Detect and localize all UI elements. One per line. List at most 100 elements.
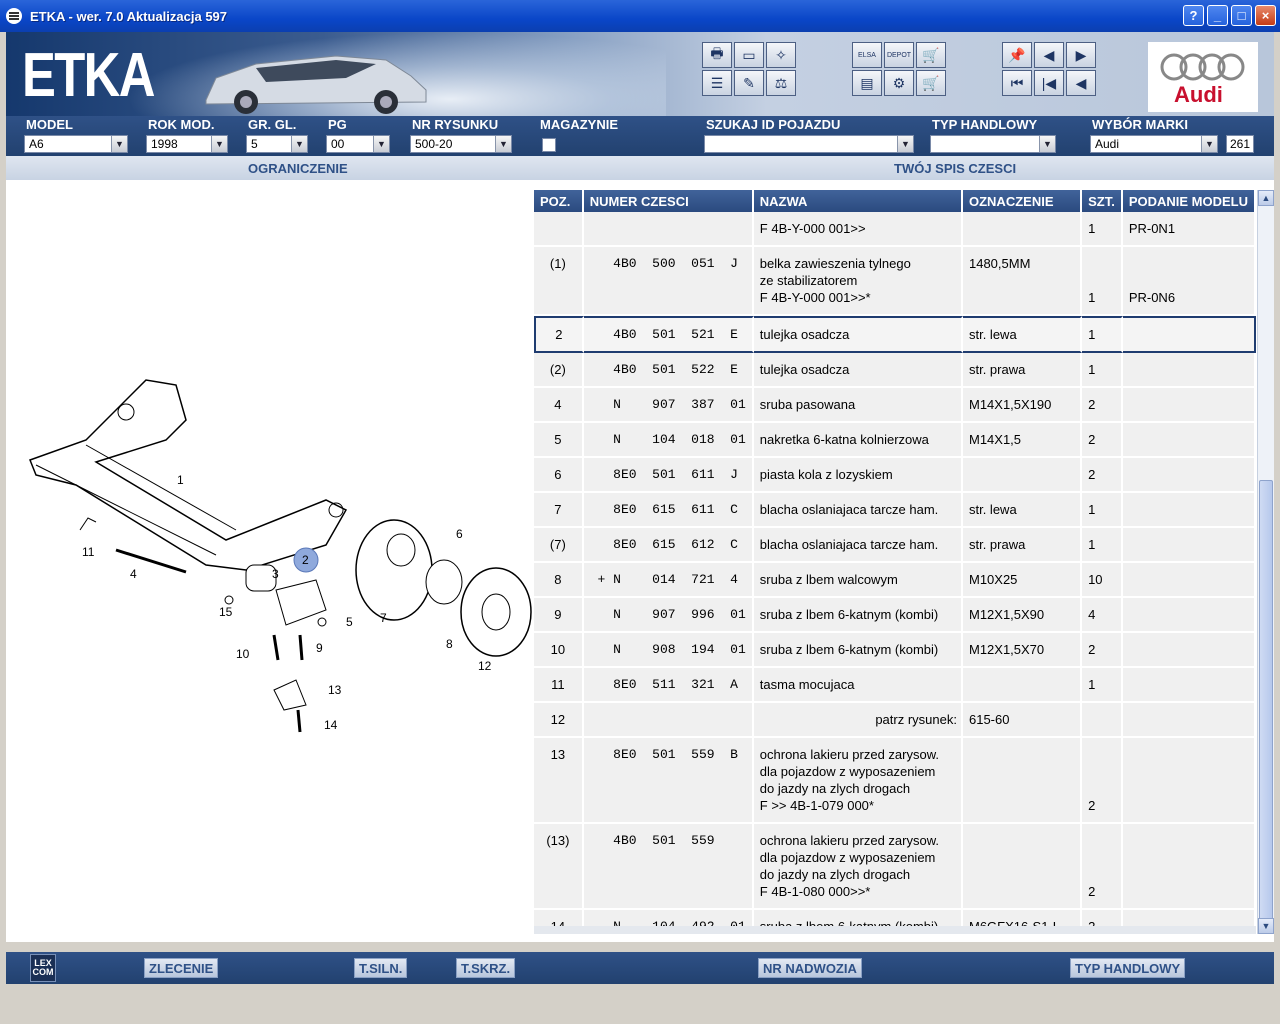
cell-podanie-modelu [1122,316,1256,353]
car-image [205,55,427,114]
chevron-down-icon[interactable]: ▼ [291,136,307,152]
table-row[interactable]: 5 N 104 018 01 nakretka 6-katna kolnierzo… [534,423,1256,458]
page-forward-icon[interactable]: ▶ [1066,42,1096,68]
chevron-down-icon[interactable]: ▼ [1201,136,1217,152]
cell-numer: 8E0 615 612 C [583,528,754,563]
cell-poz: 7 [534,493,584,528]
back-icon[interactable]: ◀ [1066,70,1096,96]
spis-czesci-label[interactable]: TWÓJ SPIS CZESCI [894,161,1016,176]
t-siln-button[interactable]: T.SILN. [354,958,408,978]
wybor-marki-select[interactable]: Audi ▼ [1090,135,1218,153]
table-row[interactable]: 2 4B0 501 521 Etulejka osadcza str. lewa 1 [534,316,1256,353]
cell-szt: 1 [1082,353,1123,388]
chevron-down-icon[interactable]: ▼ [495,136,511,152]
cell-nazwa: F 4B-Y-000 001>> [753,212,963,247]
dogs-icon[interactable]: ✧ [766,42,796,68]
toolbar-elsa-group: ELSA DEPOT 🛒 ▤ ⚙ 🛒 [852,42,946,96]
zlecenie-button[interactable]: ZLECENIE [144,958,219,978]
help-button[interactable]: ? [1183,5,1204,26]
typ-handlowy-button[interactable]: TYP HANDLOWY [1070,958,1186,978]
close-button[interactable]: × [1255,5,1276,26]
callout-2: 2 [302,553,309,567]
callout-10: 10 [236,647,250,661]
cell-szt: 1 [1082,316,1123,353]
cell-poz: (13) [534,824,584,910]
cell-oznaczenie: str. prawa [962,528,1083,563]
table-row[interactable]: 4 N 907 387 01 sruba pasowana M14X1,5X190 2 [534,388,1256,423]
cell-numer: 8E0 511 321 A [583,668,754,703]
cell-oznaczenie: str. lewa [962,493,1083,528]
scroll-thumb[interactable] [1259,480,1273,926]
table-row[interactable]: (2) 4B0 501 522 Etulejka osadcza str. pra… [534,353,1256,388]
cart-icon[interactable]: 🛒 [916,42,946,68]
table-row[interactable]: 11 8E0 511 321 Atasma mocujaca 1 [534,668,1256,703]
cell-podanie-modelu [1122,423,1256,458]
parts-diagram[interactable]: 1 2 3 4 5 6 7 8 9 10 11 12 13 14 15 [16,350,536,750]
table-row[interactable]: (1) 4B0 500 051 Jbelka zawieszenia tylne… [534,247,1256,316]
cell-podanie-modelu [1122,563,1256,598]
cell-oznaczenie: str. lewa [962,316,1083,353]
table-row[interactable]: F 4B-Y-000 001>> 1 PR-0N1 [534,212,1256,247]
page-back-icon[interactable]: ◀ [1034,42,1064,68]
list-icon[interactable]: ☰ [702,70,732,96]
first-icon[interactable]: |◀ [1034,70,1064,96]
cell-numer [583,703,754,738]
col-podanie-modelu[interactable]: PODANIE MODELU [1122,190,1256,212]
chevron-down-icon[interactable]: ▼ [897,136,913,152]
table-row[interactable]: 8 + N 014 721 4 sruba z lbem walcowym M10X… [534,563,1256,598]
t-skrz-button[interactable]: T.SKRZ. [456,958,516,978]
chevron-down-icon[interactable]: ▼ [111,136,127,152]
magazynie-label: MAGAZYNIE [540,117,618,132]
callout-11: 11 [82,545,95,559]
col-poz[interactable]: POZ. [534,190,584,212]
table-row[interactable]: (13) 4B0 501 559 ochrona lakieru przed za… [534,824,1256,910]
nr-nadwozia-button[interactable]: NR NADWOZIA [758,958,862,978]
scroll-up-icon[interactable]: ▲ [1258,190,1274,206]
chevron-down-icon[interactable]: ▼ [211,136,227,152]
cell-podanie-modelu: PR-0N6 [1122,247,1256,316]
col-numer[interactable]: NUMER CZESCI [583,190,754,212]
window-icon[interactable]: ▭ [734,42,764,68]
nr-rysunku-select[interactable]: 500-20 ▼ [410,135,512,153]
szukaj-input[interactable]: ▼ [704,135,914,153]
elsa-icon[interactable]: ELSA [852,42,882,68]
table-row[interactable]: 13 8E0 501 559 Bochrona lakieru przed za… [534,738,1256,824]
pin-icon[interactable]: 📌 [1002,42,1032,68]
gr-gl-label: GR. GL. [248,117,297,132]
cell-podanie-modelu [1122,668,1256,703]
tools-icon[interactable]: ▤ [852,70,882,96]
minimize-button[interactable]: _ [1207,5,1228,26]
cell-numer: 4B0 501 521 E [583,316,754,353]
typ-handlowy-select[interactable]: ▼ [930,135,1056,153]
scroll-down-icon[interactable]: ▼ [1258,918,1274,934]
maximize-button[interactable]: □ [1231,5,1252,26]
magazynie-checkbox[interactable] [542,138,556,152]
table-row[interactable]: 6 8E0 501 611 Jpiasta kola z lozyskiem 2 [534,458,1256,493]
model-select[interactable]: A6 ▼ [24,135,128,153]
printer-icon[interactable]: 🖶 [702,42,732,68]
table-row[interactable]: 12 patrz rysunek: 615-60 [534,703,1256,738]
col-nazwa[interactable]: NAZWA [753,190,963,212]
skip-back-icon[interactable]: ⏮ [1002,70,1032,96]
col-oznaczenie[interactable]: OZNACZENIE [962,190,1083,212]
car-service-icon[interactable]: ⚙ [884,70,914,96]
table-scrollbar[interactable]: ▲ ▼ [1257,190,1274,934]
chevron-down-icon[interactable]: ▼ [1039,136,1055,152]
table-row[interactable]: 7 8E0 615 611 Cblacha oslaniajaca tarcze… [534,493,1256,528]
app-menu-icon[interactable] [6,8,22,24]
balance-icon[interactable]: ⚖ [766,70,796,96]
table-row[interactable]: 10 N 908 194 01 sruba z lbem 6-katnym (ko… [534,633,1256,668]
pg-select[interactable]: 00 ▼ [326,135,390,153]
ograniczenie-label[interactable]: OGRANICZENIE [248,161,348,176]
chevron-down-icon[interactable]: ▼ [373,136,389,152]
col-szt[interactable]: SZT. [1082,190,1123,212]
pencil-icon[interactable]: ✎ [734,70,764,96]
table-row[interactable]: (7) 8E0 615 612 Cblacha oslaniajaca tarc… [534,528,1256,563]
gr-gl-select[interactable]: 5 ▼ [246,135,308,153]
depot-icon[interactable]: DEPOT [884,42,914,68]
cell-poz: (7) [534,528,584,563]
cart-full-icon[interactable]: 🛒 [916,70,946,96]
table-row[interactable]: 9 N 907 996 01 sruba z lbem 6-katnym (kom… [534,598,1256,633]
cell-szt: 1 [1082,668,1123,703]
rok-mod-select[interactable]: 1998 ▼ [146,135,228,153]
